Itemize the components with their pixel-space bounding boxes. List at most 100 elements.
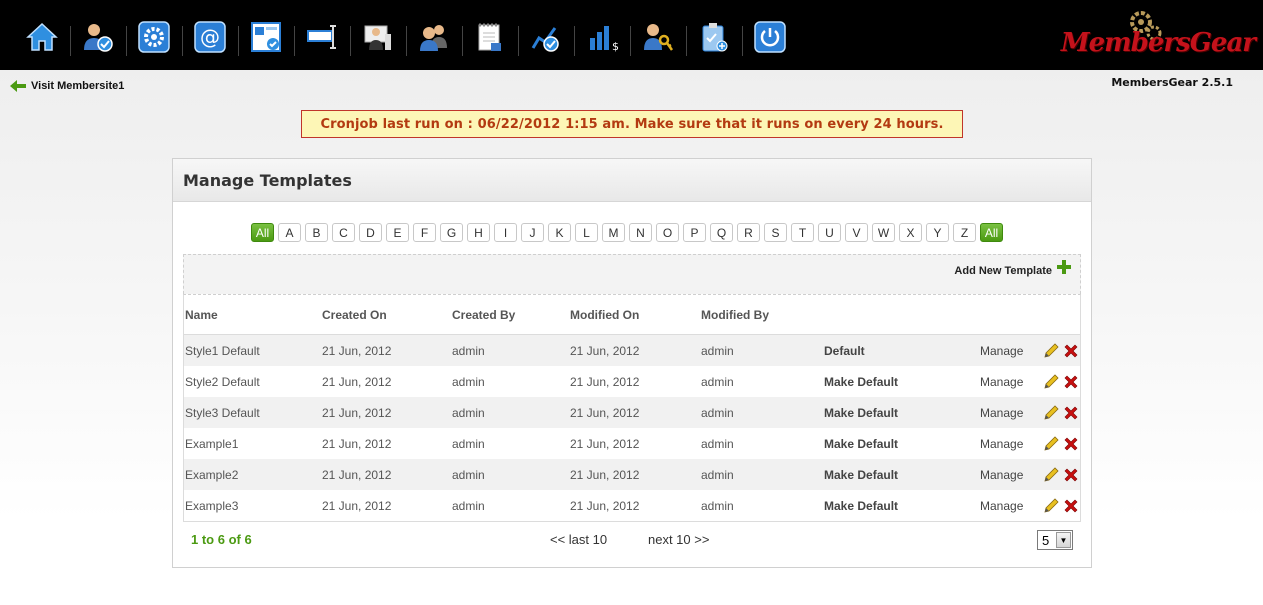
add-template-bar: Add New Template bbox=[183, 254, 1081, 294]
svg-text:$: $ bbox=[612, 40, 619, 53]
cell-created-on: 21 Jun, 2012 bbox=[322, 343, 392, 358]
members-button[interactable] bbox=[406, 20, 462, 66]
manage-link[interactable]: Manage bbox=[980, 375, 1023, 389]
access-button[interactable] bbox=[630, 20, 686, 66]
edit-pencil-icon[interactable] bbox=[1042, 466, 1060, 484]
delete-x-icon[interactable] bbox=[1062, 373, 1080, 391]
user-key-icon bbox=[644, 24, 674, 51]
alpha-filter-a[interactable]: A bbox=[278, 223, 301, 242]
header-name: Name bbox=[185, 307, 218, 322]
alpha-filter-d[interactable]: D bbox=[359, 223, 382, 242]
edit-pencil-icon[interactable] bbox=[1042, 404, 1060, 422]
alpha-filter-g[interactable]: G bbox=[440, 223, 463, 242]
edit-pencil-icon[interactable] bbox=[1042, 497, 1060, 515]
alpha-filter-m[interactable]: M bbox=[602, 223, 625, 242]
edit-pencil-icon[interactable] bbox=[1042, 342, 1060, 360]
table-row: Style2 Default 21 Jun, 2012 admin 21 Jun… bbox=[184, 366, 1080, 397]
desktop-user-icon bbox=[364, 25, 391, 50]
cell-modified-on: 21 Jun, 2012 bbox=[570, 405, 640, 420]
table-row: Example2 21 Jun, 2012 admin 21 Jun, 2012… bbox=[184, 459, 1080, 490]
alpha-filter-q[interactable]: Q bbox=[710, 223, 733, 242]
manage-link[interactable]: Manage bbox=[980, 344, 1023, 358]
pager-last-10-link[interactable]: << last 10 bbox=[550, 532, 607, 547]
users-check-icon bbox=[84, 24, 113, 52]
alpha-filter-b[interactable]: B bbox=[305, 223, 328, 242]
make-default-link[interactable]: Make Default bbox=[824, 499, 898, 513]
notepad-icon bbox=[478, 23, 501, 51]
cell-modified-by: admin bbox=[701, 498, 734, 513]
alpha-filter-v[interactable]: V bbox=[845, 223, 868, 242]
visit-membersite-label: Visit Membersite1 bbox=[31, 80, 125, 92]
manage-templates-panel: Manage Templates All A B C D E F G H I J… bbox=[172, 158, 1092, 568]
home-button[interactable] bbox=[14, 20, 70, 66]
delete-x-icon[interactable] bbox=[1062, 435, 1080, 453]
alpha-filter-k[interactable]: K bbox=[548, 223, 571, 242]
cell-created-on: 21 Jun, 2012 bbox=[322, 467, 392, 482]
cell-created-by: admin bbox=[452, 467, 485, 482]
alpha-filter-y[interactable]: Y bbox=[926, 223, 949, 242]
make-default-link[interactable]: Make Default bbox=[824, 406, 898, 420]
alpha-filter-n[interactable]: N bbox=[629, 223, 652, 242]
edit-pencil-icon[interactable] bbox=[1042, 373, 1060, 391]
manage-link[interactable]: Manage bbox=[980, 468, 1023, 482]
cell-modified-by: admin bbox=[701, 436, 734, 451]
make-default-link[interactable]: Make Default bbox=[824, 468, 898, 482]
alpha-filter-o[interactable]: O bbox=[656, 223, 679, 242]
make-default-link[interactable]: Make Default bbox=[824, 437, 898, 451]
delete-x-icon[interactable] bbox=[1062, 342, 1080, 360]
cell-modified-by: admin bbox=[701, 343, 734, 358]
cell-name: Style2 Default bbox=[185, 374, 260, 389]
edit-pencil-icon[interactable] bbox=[1042, 435, 1060, 453]
layout-button[interactable] bbox=[238, 20, 294, 66]
alpha-filter-all[interactable]: All bbox=[251, 223, 274, 242]
alpha-filter-all-end[interactable]: All bbox=[980, 223, 1003, 242]
users-button[interactable] bbox=[70, 20, 126, 66]
table-row: Style1 Default 21 Jun, 2012 admin 21 Jun… bbox=[184, 335, 1080, 366]
add-new-template-button[interactable]: Add New Template bbox=[954, 260, 1072, 277]
table-row: Example3 21 Jun, 2012 admin 21 Jun, 2012… bbox=[184, 490, 1080, 521]
fields-button[interactable] bbox=[294, 20, 350, 66]
alpha-filter-e[interactable]: E bbox=[386, 223, 409, 242]
manage-link[interactable]: Manage bbox=[980, 499, 1023, 513]
alpha-filter-h[interactable]: H bbox=[467, 223, 490, 242]
cell-created-on: 21 Jun, 2012 bbox=[322, 498, 392, 513]
alpha-filter-r[interactable]: R bbox=[737, 223, 760, 242]
alpha-filter-p[interactable]: P bbox=[683, 223, 706, 242]
email-button[interactable]: @ bbox=[182, 20, 238, 66]
alpha-filter-j[interactable]: J bbox=[521, 223, 544, 242]
pager-next-10-link[interactable]: next 10 >> bbox=[648, 532, 709, 547]
alpha-filter-l[interactable]: L bbox=[575, 223, 598, 242]
delete-x-icon[interactable] bbox=[1062, 466, 1080, 484]
visit-membersite-link[interactable]: Visit Membersite1 bbox=[10, 80, 124, 92]
manage-link[interactable]: Manage bbox=[980, 437, 1023, 451]
alpha-filter-x[interactable]: X bbox=[899, 223, 922, 242]
add-new-template-label: Add New Template bbox=[954, 265, 1052, 277]
per-page-select[interactable]: 5 ▼ bbox=[1037, 530, 1073, 550]
per-page-value: 5 bbox=[1042, 532, 1050, 548]
alpha-filter-z[interactable]: Z bbox=[953, 223, 976, 242]
manage-link[interactable]: Manage bbox=[980, 406, 1023, 420]
make-default-link[interactable]: Make Default bbox=[824, 375, 898, 389]
cell-created-on: 21 Jun, 2012 bbox=[322, 374, 392, 389]
delete-x-icon[interactable] bbox=[1062, 497, 1080, 515]
alpha-filter-w[interactable]: W bbox=[872, 223, 895, 242]
alpha-filter-c[interactable]: C bbox=[332, 223, 355, 242]
logout-button[interactable] bbox=[742, 20, 798, 66]
tasks-button[interactable] bbox=[686, 20, 742, 66]
admin-button[interactable] bbox=[350, 20, 406, 66]
alpha-filter-i[interactable]: I bbox=[494, 223, 517, 242]
home-icon bbox=[26, 22, 58, 51]
alpha-filter-u[interactable]: U bbox=[818, 223, 841, 242]
toolbar-icons: @ $ bbox=[14, 20, 798, 66]
settings-button[interactable] bbox=[126, 20, 182, 66]
alpha-filter-t[interactable]: T bbox=[791, 223, 814, 242]
email-icon: @ bbox=[194, 21, 226, 53]
alpha-filter-s[interactable]: S bbox=[764, 223, 787, 242]
templates-table: Name Created On Created By Modified On M… bbox=[183, 294, 1081, 522]
notes-button[interactable] bbox=[462, 20, 518, 66]
delete-x-icon[interactable] bbox=[1062, 404, 1080, 422]
table-header-row: Name Created On Created By Modified On M… bbox=[184, 295, 1080, 335]
reports-button[interactable] bbox=[518, 20, 574, 66]
finance-button[interactable]: $ bbox=[574, 20, 630, 66]
alpha-filter-f[interactable]: F bbox=[413, 223, 436, 242]
